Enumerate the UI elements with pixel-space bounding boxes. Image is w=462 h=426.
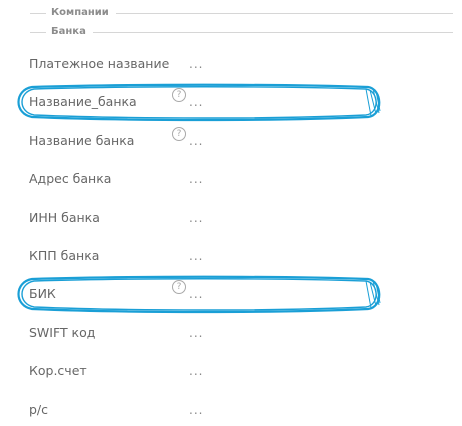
field-label: КПП банка [29,248,100,263]
field-row-corr-account: Кор.счет ... [29,361,429,381]
field-row-bank-name: Название банка ? ... [29,127,429,151]
field-row-swift: SWIFT код ... [29,323,429,343]
divider [93,32,453,33]
field-label: SWIFT код [29,325,96,340]
field-value[interactable]: ... [189,54,203,74]
field-row-bik: БИК ? ... [29,280,429,304]
field-value[interactable]: ... [189,169,203,189]
field-row-payment-name: Платежное название ... [29,54,429,74]
field-label: ИНН банка [29,210,100,225]
field-label: Кор.счет [29,363,87,378]
field-value[interactable]: ... [189,92,203,112]
field-row-settlement-account: р/с ... [29,400,429,420]
field-row-bank-inn: ИНН банка ... [29,208,429,228]
field-label: Платежное название [29,56,170,71]
section-header-companies: Компании [30,6,453,20]
section-title-companies: Компании [51,7,109,18]
help-icon[interactable]: ? [172,280,186,294]
field-value[interactable]: ... [189,284,203,304]
field-value[interactable]: ... [189,208,203,228]
field-label: Название банка [29,133,135,148]
field-row-bank-address: Адрес банка ... [29,169,429,189]
field-label: БИК [29,286,56,301]
divider [30,32,46,33]
field-value[interactable]: ... [189,323,203,343]
field-label: Адрес банка [29,171,112,186]
field-row-bank-name-var: Название_банка ? ... [29,88,429,112]
help-icon[interactable]: ? [172,88,186,102]
section-header-bank: Банка [30,25,453,39]
field-value[interactable]: ... [189,400,203,420]
field-value[interactable]: ... [189,246,203,266]
field-label: р/с [29,402,49,417]
field-label: Название_банка [29,94,137,109]
section-title-bank: Банка [51,26,86,37]
field-value[interactable]: ... [189,361,203,381]
field-value[interactable]: ... [189,131,203,151]
divider [30,13,46,14]
field-row-bank-kpp: КПП банка ... [29,246,429,266]
divider [116,13,453,14]
help-icon[interactable]: ? [172,127,186,141]
